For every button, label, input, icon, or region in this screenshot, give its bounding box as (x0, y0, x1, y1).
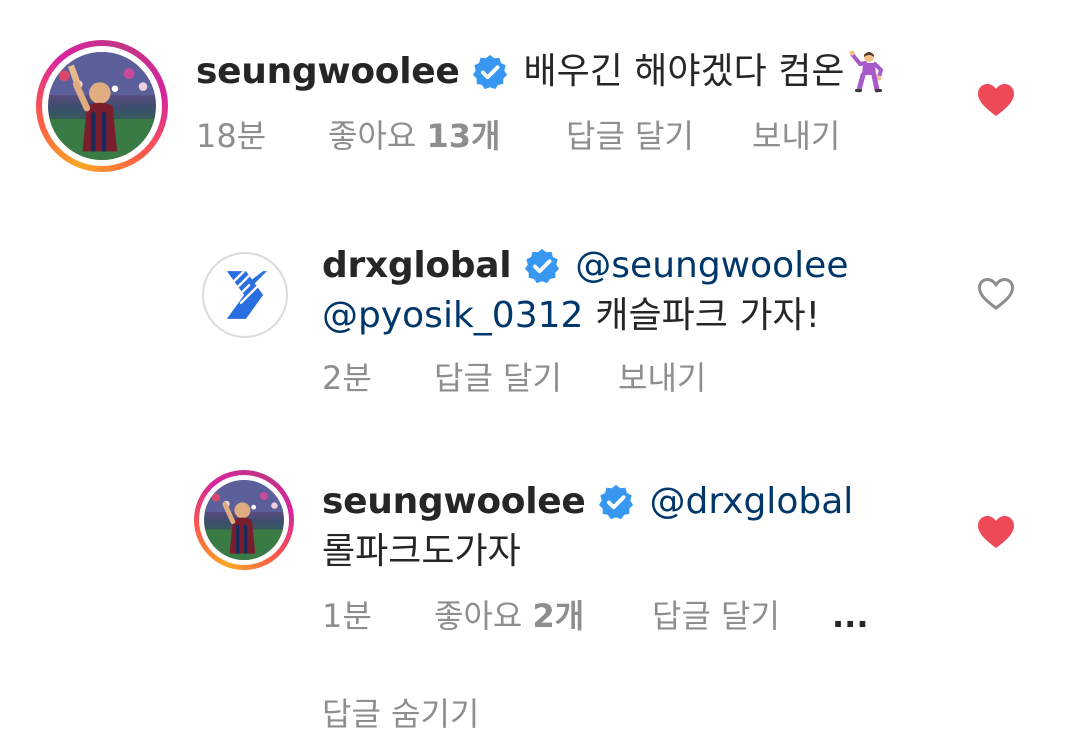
username[interactable]: seungwoolee (322, 480, 586, 524)
player-photo-avatar-icon (204, 480, 284, 560)
comment-meta: 1분 좋아요 2개 답글 달기 ... (322, 596, 922, 636)
reply-button[interactable]: 답글 달기 (434, 358, 562, 398)
comment-text: 롤파크도가자 (322, 531, 521, 572)
reply-comment-item: seungwoolee @drxglobal 롤파크도가자 1분 좋아요 2개 … (0, 440, 1080, 690)
mention-link[interactable]: @drxglobal (649, 480, 853, 524)
more-options-button[interactable]: ... (832, 596, 868, 636)
timestamp: 1분 (322, 597, 372, 635)
hide-replies-button[interactable]: 답글 숨기기 (322, 694, 479, 734)
avatar[interactable] (204, 480, 284, 560)
dancing-man-emoji-icon (848, 50, 888, 94)
like-heart-icon[interactable] (976, 82, 1016, 118)
comment-meta: 18분 좋아요 13개 답글 달기 보내기 (196, 116, 896, 156)
drx-logo-avatar-icon (226, 271, 267, 319)
comment-text: 캐슬파크 가자! (595, 295, 821, 336)
comment-meta: 2분 답글 달기 보내기 (322, 358, 922, 398)
verified-badge-icon (471, 53, 509, 91)
like-heart-icon[interactable] (976, 514, 1016, 550)
likes-label[interactable]: 좋아요 2개 (434, 596, 584, 636)
comment-item: seungwoolee 배우긴 해야겠다 컴온 18분 좋아요 13개 답글 달… (0, 0, 1080, 200)
verified-badge-icon (597, 483, 635, 521)
likes-label[interactable]: 좋아요 13개 (328, 116, 500, 156)
username[interactable]: seungwoolee (196, 50, 460, 94)
avatar[interactable] (202, 252, 288, 338)
verified-badge-icon (523, 247, 561, 285)
reply-comment-item: drxglobal @seungwoolee @pyosik_0312 캐슬파크… (0, 200, 1080, 440)
comment-body: drxglobal @seungwoolee (322, 244, 848, 288)
send-button[interactable]: 보내기 (618, 358, 706, 398)
comment-text: 배우긴 해야겠다 컴온 (523, 51, 845, 92)
player-photo-avatar-icon (48, 52, 156, 160)
comment-body: seungwoolee 배우긴 해야겠다 컴온 (196, 50, 888, 94)
username[interactable]: drxglobal (322, 244, 512, 288)
reply-button[interactable]: 답글 달기 (652, 596, 780, 636)
comment-body-line-2: 롤파크도가자 (322, 530, 521, 574)
mention-link[interactable]: @pyosik_0312 (322, 294, 583, 338)
reply-button[interactable]: 답글 달기 (566, 116, 694, 156)
send-button[interactable]: 보내기 (752, 116, 840, 156)
timestamp: 18분 (196, 117, 267, 155)
avatar[interactable] (48, 52, 156, 160)
comment-body: seungwoolee @drxglobal (322, 480, 853, 524)
comment-body-line-2: @pyosik_0312 캐슬파크 가자! (322, 294, 820, 338)
like-heart-outline-icon[interactable] (976, 276, 1016, 312)
timestamp: 2분 (322, 359, 372, 397)
mention-link[interactable]: @seungwoolee (575, 244, 848, 288)
